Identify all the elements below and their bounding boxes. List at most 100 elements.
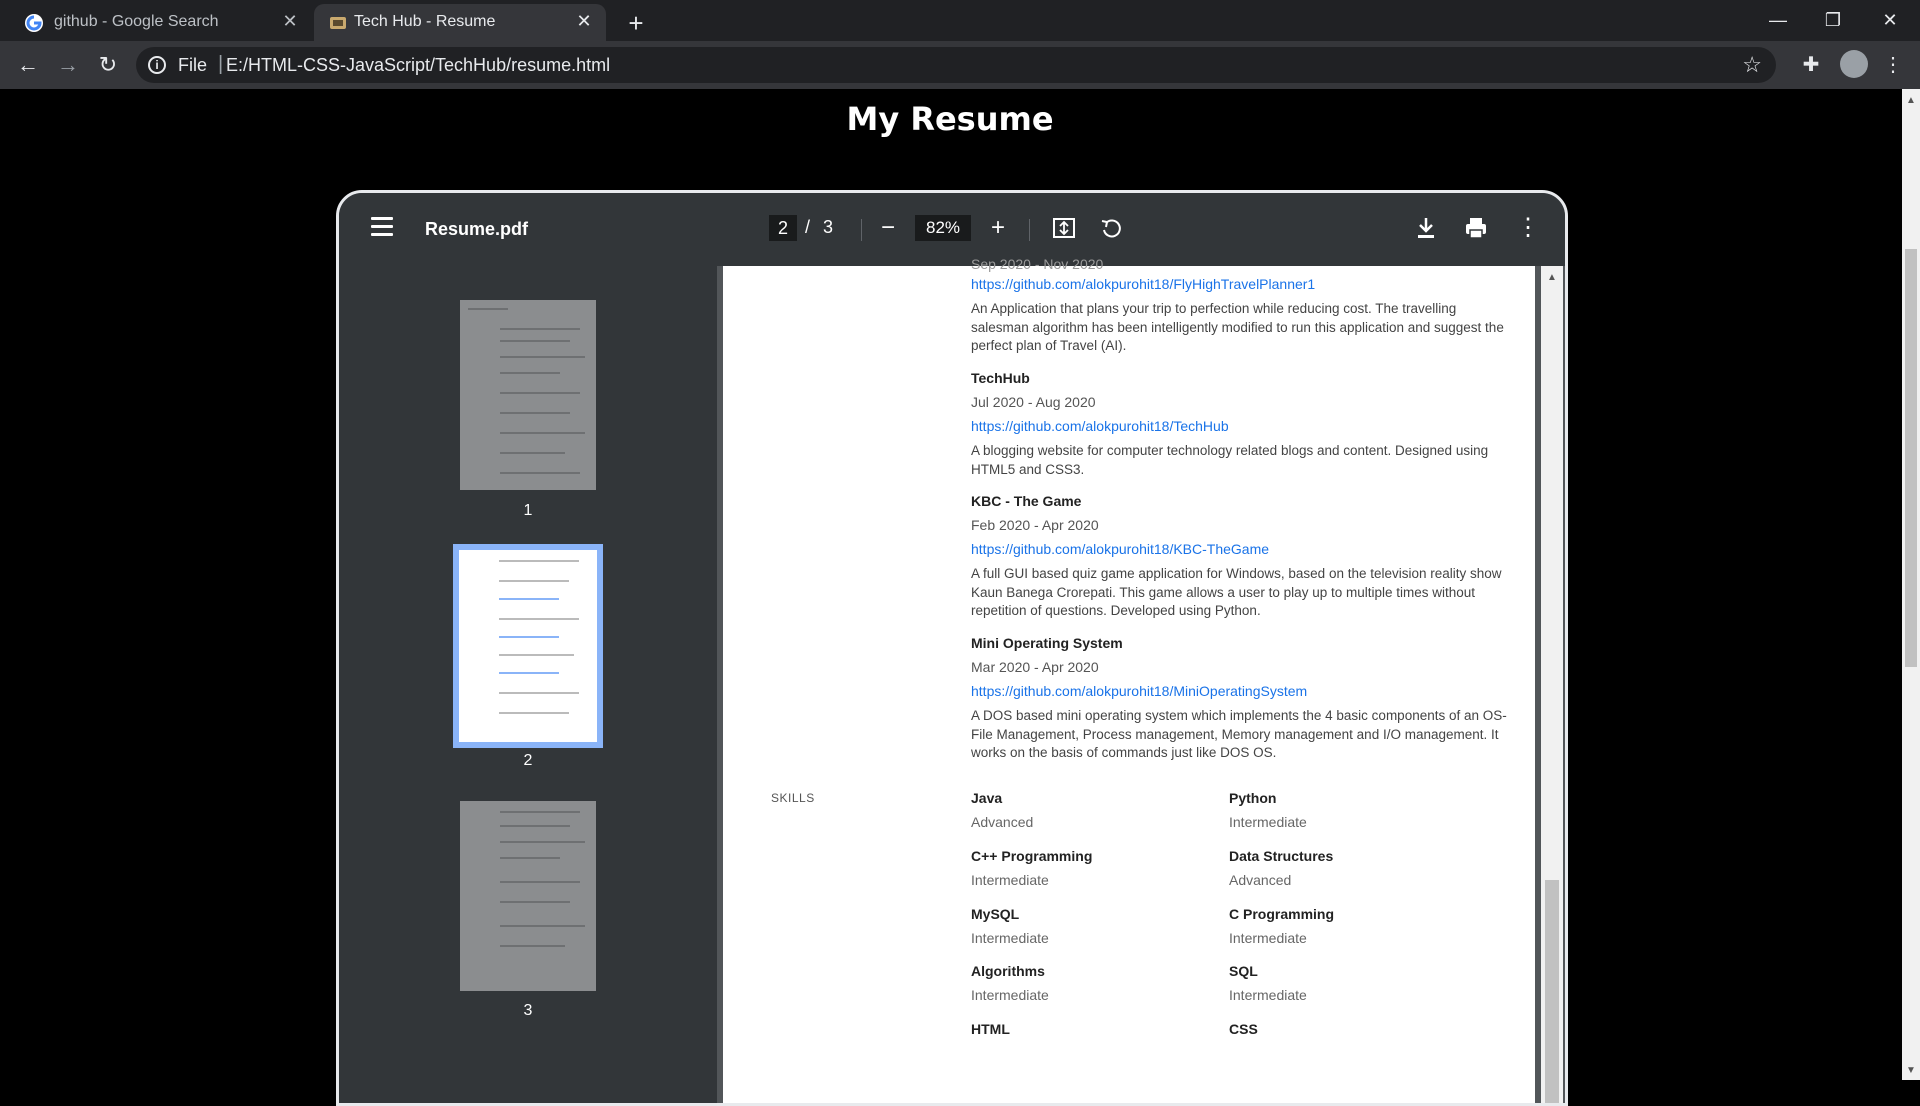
skill-item: Data Structures Advanced: [1229, 848, 1469, 888]
skill-item: C Programming Intermediate: [1229, 906, 1469, 946]
close-tab-icon[interactable]: ✕: [572, 9, 596, 33]
browser-toolbar: ← → ↻ i File | E:/HTML-CSS-JavaScript/Te…: [0, 41, 1920, 89]
info-icon[interactable]: i: [148, 56, 166, 74]
skill-level: Intermediate: [971, 987, 1049, 1003]
fit-to-page-icon[interactable]: [1051, 215, 1077, 241]
profile-avatar[interactable]: [1840, 50, 1868, 78]
skill-item: Java Advanced: [971, 790, 1211, 830]
scroll-up-icon[interactable]: ▲: [1547, 272, 1557, 283]
back-arrow-icon[interactable]: ←: [14, 51, 42, 79]
skill-name: Java: [971, 790, 1003, 806]
project-fly-high: https://github.com/alokpurohit18/FlyHigh…: [971, 276, 1511, 356]
zoom-level-input[interactable]: 82%: [915, 215, 971, 241]
tab-title: Tech Hub - Resume: [354, 13, 496, 30]
close-tab-icon[interactable]: ✕: [278, 9, 302, 33]
document-scroll-thumb[interactable]: [1545, 880, 1559, 1103]
thumbnail-sidebar: 1 2 3: [339, 266, 717, 1103]
more-actions-icon[interactable]: ⋮: [1513, 213, 1543, 243]
page-title: My Resume: [846, 100, 1054, 138]
skill-level: Advanced: [971, 814, 1034, 830]
skill-item: SQL Intermediate: [1229, 963, 1469, 1003]
skill-name: SQL: [1229, 963, 1258, 979]
skill-level: Advanced: [1229, 872, 1292, 888]
thumbnail-label-3: 3: [523, 1002, 533, 1019]
skill-item: CSS: [1229, 1021, 1469, 1045]
project-title: KBC - The Game: [971, 493, 1082, 509]
tab-tech-hub-resume[interactable]: Tech Hub - Resume ✕: [314, 4, 606, 41]
address-separator: |: [218, 53, 224, 75]
reload-icon[interactable]: ↻: [94, 51, 122, 79]
skill-item: MySQL Intermediate: [971, 906, 1211, 946]
skill-name: Data Structures: [1229, 848, 1334, 864]
restore-icon[interactable]: ❐: [1813, 6, 1853, 34]
skill-name: HTML: [971, 1021, 1010, 1037]
tab-title: github - Google Search: [54, 13, 219, 30]
thumbnail-page-1[interactable]: [460, 300, 596, 490]
skills-section-label: SKILLS: [771, 791, 815, 805]
thumbnail-label-1: 1: [523, 502, 533, 519]
project-description: A full GUI based quiz game application f…: [971, 566, 1502, 618]
skill-item: Python Intermediate: [1229, 790, 1469, 830]
page-scrollbar[interactable]: ▲ ▼: [1902, 89, 1920, 1080]
toolbar-divider: [861, 219, 862, 241]
project-link[interactable]: https://github.com/alokpurohit18/TechHub: [971, 418, 1511, 434]
bookmark-star-icon[interactable]: ☆: [1742, 52, 1762, 78]
project-link[interactable]: https://github.com/alokpurohit18/MiniOpe…: [971, 683, 1511, 699]
project-date: Mar 2020 - Apr 2020: [971, 659, 1099, 675]
rotate-icon[interactable]: [1099, 215, 1125, 241]
skill-name: Algorithms: [971, 963, 1045, 979]
project-date: Jul 2020 - Aug 2020: [971, 394, 1096, 410]
skill-level: Intermediate: [971, 930, 1049, 946]
skill-name: C Programming: [1229, 906, 1335, 922]
scroll-down-icon[interactable]: ▼: [1906, 1065, 1916, 1076]
project-description: An Application that plans your trip to p…: [971, 301, 1504, 353]
forward-arrow-icon[interactable]: →: [54, 51, 82, 79]
toolbar-divider: [1029, 219, 1030, 241]
close-window-icon[interactable]: ✕: [1870, 6, 1910, 34]
page-separator: /: [805, 217, 811, 237]
skill-level: Intermediate: [1229, 987, 1307, 1003]
project-kbc: KBC - The Game Feb 2020 - Apr 2020 https…: [971, 493, 1511, 621]
scroll-up-icon[interactable]: ▲: [1906, 95, 1916, 106]
project-techhub: TechHub Jul 2020 - Aug 2020 https://gith…: [971, 370, 1511, 479]
download-icon[interactable]: [1413, 215, 1439, 241]
techhub-icon: [330, 17, 346, 29]
extensions-puzzle-icon[interactable]: ✚: [1798, 52, 1824, 78]
address-url[interactable]: E:/HTML-CSS-JavaScript/TechHub/resume.ht…: [226, 55, 610, 76]
pdf-viewer: Resume.pdf 2 / 3 − 82% + ⋮ 1 2 3 Sep 202…: [336, 190, 1568, 1106]
zoom-out-icon[interactable]: −: [873, 213, 903, 243]
zoom-in-icon[interactable]: +: [983, 213, 1013, 243]
browser-menu-icon[interactable]: ⋮: [1880, 52, 1906, 78]
skill-item: C++ Programming Intermediate: [971, 848, 1211, 888]
thumbnail-page-3[interactable]: [460, 801, 596, 991]
page-number-input[interactable]: 2: [769, 215, 797, 241]
page-scroll-thumb[interactable]: [1905, 249, 1917, 667]
menu-icon[interactable]: [371, 217, 393, 236]
pdf-file-name: Resume.pdf: [425, 219, 529, 239]
tab-google-search[interactable]: github - Google Search ✕: [0, 4, 312, 41]
document-area: Sep 2020 - Nov 2020 https://github.com/a…: [717, 256, 1565, 1103]
skill-item: HTML: [971, 1021, 1211, 1045]
new-tab-button[interactable]: +: [620, 8, 652, 40]
pdf-page: Sep 2020 - Nov 2020 https://github.com/a…: [723, 256, 1535, 1103]
print-icon[interactable]: [1463, 215, 1489, 241]
skill-name: C++ Programming: [971, 848, 1093, 864]
tab-strip: github - Google Search ✕ Tech Hub - Resu…: [0, 0, 1920, 41]
project-description: A blogging website for computer technolo…: [971, 443, 1489, 477]
project-title: TechHub: [971, 370, 1030, 386]
skill-name: Python: [1229, 790, 1277, 806]
project-description: A DOS based mini operating system which …: [971, 708, 1507, 760]
document-scrollbar[interactable]: ▲: [1541, 266, 1563, 1103]
minimize-icon[interactable]: —: [1758, 6, 1798, 34]
project-link[interactable]: https://github.com/alokpurohit18/FlyHigh…: [971, 276, 1511, 292]
thumbnail-label-2: 2: [523, 752, 533, 769]
project-link[interactable]: https://github.com/alokpurohit18/KBC-The…: [971, 541, 1511, 557]
project-date: Feb 2020 - Apr 2020: [971, 517, 1099, 533]
google-icon: [25, 14, 43, 32]
address-scheme: File: [178, 55, 208, 75]
address-bar[interactable]: i File | E:/HTML-CSS-JavaScript/TechHub/…: [136, 47, 1776, 83]
skill-level: Intermediate: [1229, 814, 1307, 830]
project-mini-os: Mini Operating System Mar 2020 - Apr 202…: [971, 635, 1511, 763]
thumbnail-page-2-selected[interactable]: [453, 544, 603, 748]
skill-level: Intermediate: [971, 872, 1049, 888]
